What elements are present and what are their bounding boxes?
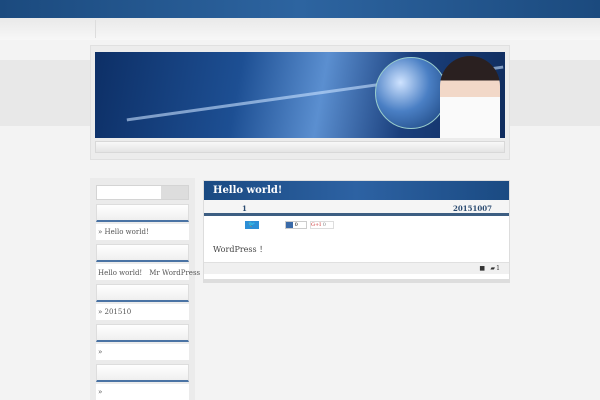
nav-bar[interactable] [95, 141, 505, 153]
widget-content[interactable]: » Hello world! [96, 224, 189, 240]
post-body: WordPress ！ [213, 245, 268, 254]
gplus-button[interactable]: G+I 0 [310, 221, 334, 229]
search-box [96, 185, 189, 200]
search-input[interactable] [97, 186, 161, 199]
post-date: 20151007 [453, 204, 492, 213]
post-title[interactable]: Hello world! [204, 181, 509, 200]
post-meta: 1 20151007 [204, 200, 509, 216]
widget-content[interactable]: » [96, 344, 189, 360]
post-shadow [203, 280, 510, 283]
widget-title [96, 244, 189, 262]
widget-title [96, 284, 189, 302]
comment-icon[interactable]: ▰ [490, 265, 495, 272]
post-footer: ■ ▰ 1 [204, 262, 509, 274]
widget-title [96, 204, 189, 222]
gplus-label: G+I [311, 222, 322, 228]
header-banner[interactable] [95, 52, 505, 138]
widget-content[interactable]: Hello world! Mr WordPress [96, 264, 200, 280]
divider [95, 20, 96, 38]
widget-content[interactable]: » [96, 384, 189, 400]
hatena-count: 0 [294, 222, 298, 228]
top-bar [0, 0, 600, 18]
sub-bar [0, 18, 600, 40]
operator-image [440, 56, 500, 138]
hatena-icon [286, 222, 293, 228]
comment-count[interactable]: 1 [496, 265, 500, 272]
hatena-button[interactable]: 0 [285, 221, 307, 229]
globe-image [375, 57, 447, 129]
gplus-count: 0 [322, 222, 326, 228]
post: Hello world! 1 20151007 🐦 0 G+I 0 WordPr… [203, 180, 510, 280]
widget-content[interactable]: » 201510 [96, 304, 189, 320]
folder-icon[interactable]: ■ [479, 265, 485, 272]
widget-title [96, 324, 189, 342]
share-buttons: 🐦 0 G+I 0 [204, 216, 509, 230]
post-number: 1 [242, 204, 247, 213]
twitter-button[interactable]: 🐦 [245, 221, 259, 229]
widget-title [96, 364, 189, 382]
